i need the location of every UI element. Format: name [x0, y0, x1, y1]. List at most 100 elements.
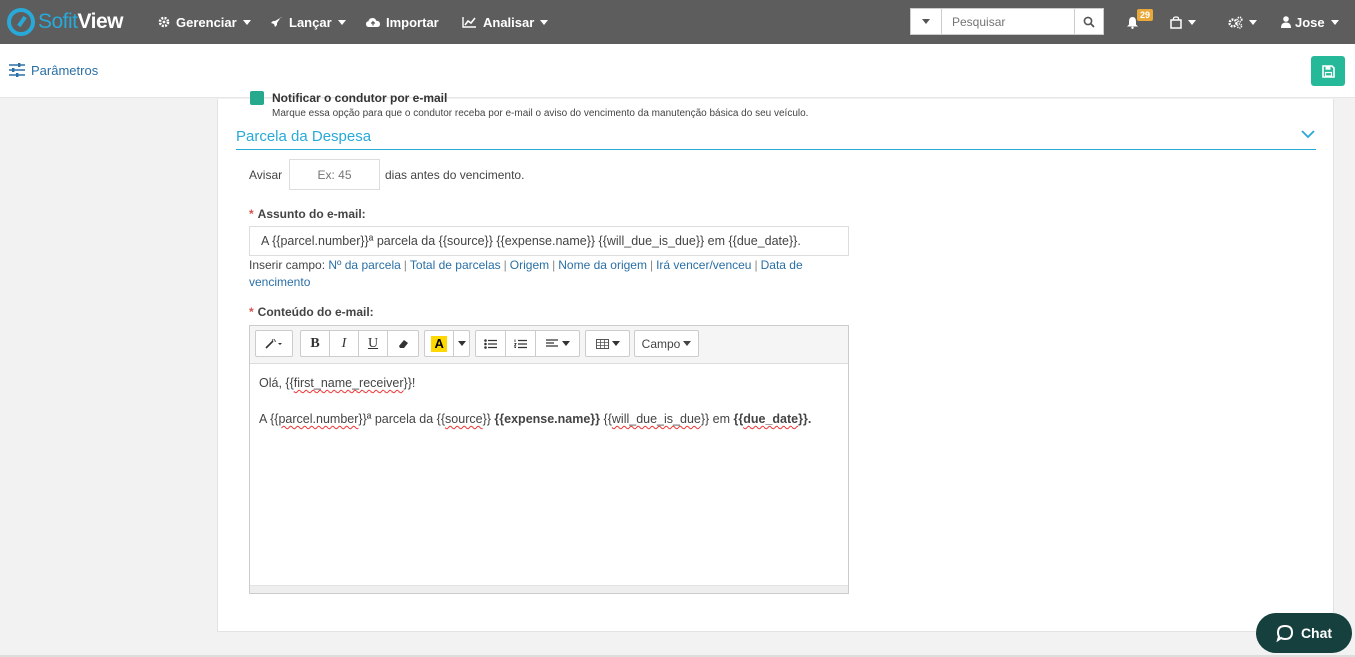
highlight-color-icon: A [431, 335, 447, 352]
toolbar-group-style [255, 330, 293, 357]
cloud-upload-icon [366, 17, 380, 27]
style-magic-button[interactable] [256, 331, 292, 356]
logo-gauge-icon [7, 8, 35, 36]
toolbar-group-table [585, 330, 630, 357]
notify-driver-checkbox[interactable] [250, 91, 264, 105]
editor-line-greeting: Olá, {{first_name_receiver}}! [259, 374, 839, 392]
days-before-suffix: dias antes do vencimento. [385, 168, 525, 182]
list-ol-icon [514, 339, 527, 348]
search-button[interactable] [1074, 9, 1103, 34]
insert-field-label: Inserir campo: [249, 258, 326, 272]
align-left-icon [545, 338, 558, 347]
days-before-input[interactable] [289, 159, 380, 190]
campo-label: Campo [641, 336, 681, 351]
editor-bold-token: {{expense.name}} [494, 412, 601, 426]
notifications-button[interactable] [1126, 0, 1139, 44]
assunto-label-text: Assunto do e-mail: [257, 207, 366, 221]
editor-text: }}ª parcela da {{ [358, 412, 446, 426]
notify-driver-option[interactable]: Notificar o condutor por e-mail [250, 91, 447, 105]
brand-logo[interactable]: Sofit View [7, 8, 124, 36]
conteudo-label: * Conteúdo do e-mail: [249, 305, 374, 319]
underline-button[interactable]: U [359, 331, 388, 356]
chevron-down-icon [561, 341, 570, 346]
insert-total-parcels-link[interactable]: Total de parcelas [410, 258, 501, 272]
notify-driver-label: Notificar o condutor por e-mail [272, 91, 448, 105]
save-button[interactable] [1311, 56, 1345, 86]
editor-text: }}. [798, 412, 812, 426]
section-header-parcela[interactable]: Parcela da Despesa [236, 127, 1316, 150]
user-name: Jose [1295, 14, 1325, 30]
editor-text: }} [482, 412, 491, 426]
chat-button[interactable]: Chat [1256, 613, 1352, 653]
parametros-button[interactable]: Parâmetros [9, 62, 98, 78]
avisar-label: Avisar [249, 168, 283, 182]
chevron-down-icon[interactable] [1301, 129, 1315, 139]
editor-field-token: due_date [743, 412, 799, 426]
page-subbar: Parâmetros [0, 44, 1355, 98]
nav-lancar[interactable]: Lançar [270, 0, 346, 44]
text-color-button[interactable]: A [425, 331, 455, 356]
chat-bubble-icon [1276, 624, 1293, 642]
nav-gerenciar[interactable]: Gerenciar [158, 0, 251, 44]
insert-source-link[interactable]: Origem [510, 258, 549, 272]
required-marker: * [249, 207, 254, 221]
settings-menu[interactable] [1228, 0, 1257, 44]
editor-field-token: first_name_receiver [293, 376, 404, 390]
table-button[interactable] [586, 331, 629, 356]
toolbar-group-color: A [424, 330, 470, 357]
ordered-list-button[interactable] [506, 331, 536, 356]
search-icon [1083, 16, 1095, 28]
editor-field-token: source [445, 412, 483, 426]
editor-body[interactable]: Olá, {{first_name_receiver}}! A {{parcel… [250, 364, 848, 456]
chevron-down-icon [1188, 19, 1196, 25]
conteudo-label-text: Conteúdo do e-mail: [257, 305, 374, 319]
insert-source-name-link[interactable]: Nome da origem [558, 258, 647, 272]
notify-driver-help: Marque essa opção para que o condutor re… [272, 108, 809, 119]
brand-name-part1: Sofit [38, 10, 78, 33]
color-dropdown-button[interactable] [454, 331, 469, 356]
insert-due-status-link[interactable]: Irá vencer/venceu [656, 258, 751, 272]
table-icon [595, 338, 609, 349]
chevron-down-icon [337, 19, 346, 25]
clear-format-button[interactable] [388, 331, 418, 356]
nav-analisar[interactable]: Analisar [462, 0, 549, 44]
toolbar-group-field: Campo [634, 330, 699, 357]
shopping-bag-icon [1170, 15, 1182, 29]
gears-icon [1228, 15, 1243, 29]
toolbar-group-font: B I U [300, 330, 419, 357]
nav-importar[interactable]: Importar [366, 0, 439, 44]
insert-campo-dropdown[interactable]: Campo [635, 331, 698, 356]
search-input[interactable] [942, 9, 1074, 34]
gear-icon [158, 16, 170, 28]
chevron-down-icon [457, 341, 466, 346]
chevron-down-icon [1330, 19, 1339, 25]
insert-parcel-number-link[interactable]: Nº da parcela [328, 258, 400, 272]
email-subject-input[interactable] [249, 226, 849, 256]
editor-resize-bar[interactable] [250, 585, 848, 593]
editor-text: {{ [733, 412, 744, 426]
chevron-down-icon [540, 19, 549, 25]
assunto-label: * Assunto do e-mail: [249, 207, 366, 221]
search-scope-dropdown[interactable] [911, 9, 942, 34]
bold-button[interactable]: B [301, 331, 330, 356]
toolbar-group-para [475, 330, 580, 357]
shopping-bag-menu[interactable] [1170, 0, 1196, 44]
editor-text: A {{ [259, 412, 279, 426]
user-menu[interactable]: Jose [1281, 0, 1339, 44]
magic-wand-icon [265, 338, 282, 349]
insert-field-links: Inserir campo: Nº da parcela | Total de pa… [249, 258, 803, 289]
editor-line-body: A {{parcel.number}}ª parcela da {{source… [259, 410, 839, 428]
user-icon [1281, 16, 1291, 28]
editor-field-token: will_due_is_due [611, 412, 701, 426]
editor-text: {{ [603, 412, 612, 426]
editor-text: }} em [700, 412, 731, 426]
sliders-icon [9, 63, 25, 77]
chat-label: Chat [1300, 625, 1333, 641]
editor-text: }}! [403, 376, 416, 390]
list-ul-icon [484, 338, 497, 349]
line-chart-icon [462, 17, 476, 28]
form-panel: Notificar o condutor por e-mail Marque e… [217, 91, 1334, 632]
italic-button[interactable]: I [330, 331, 359, 356]
paragraph-align-button[interactable] [536, 331, 579, 356]
unordered-list-button[interactable] [476, 331, 506, 356]
